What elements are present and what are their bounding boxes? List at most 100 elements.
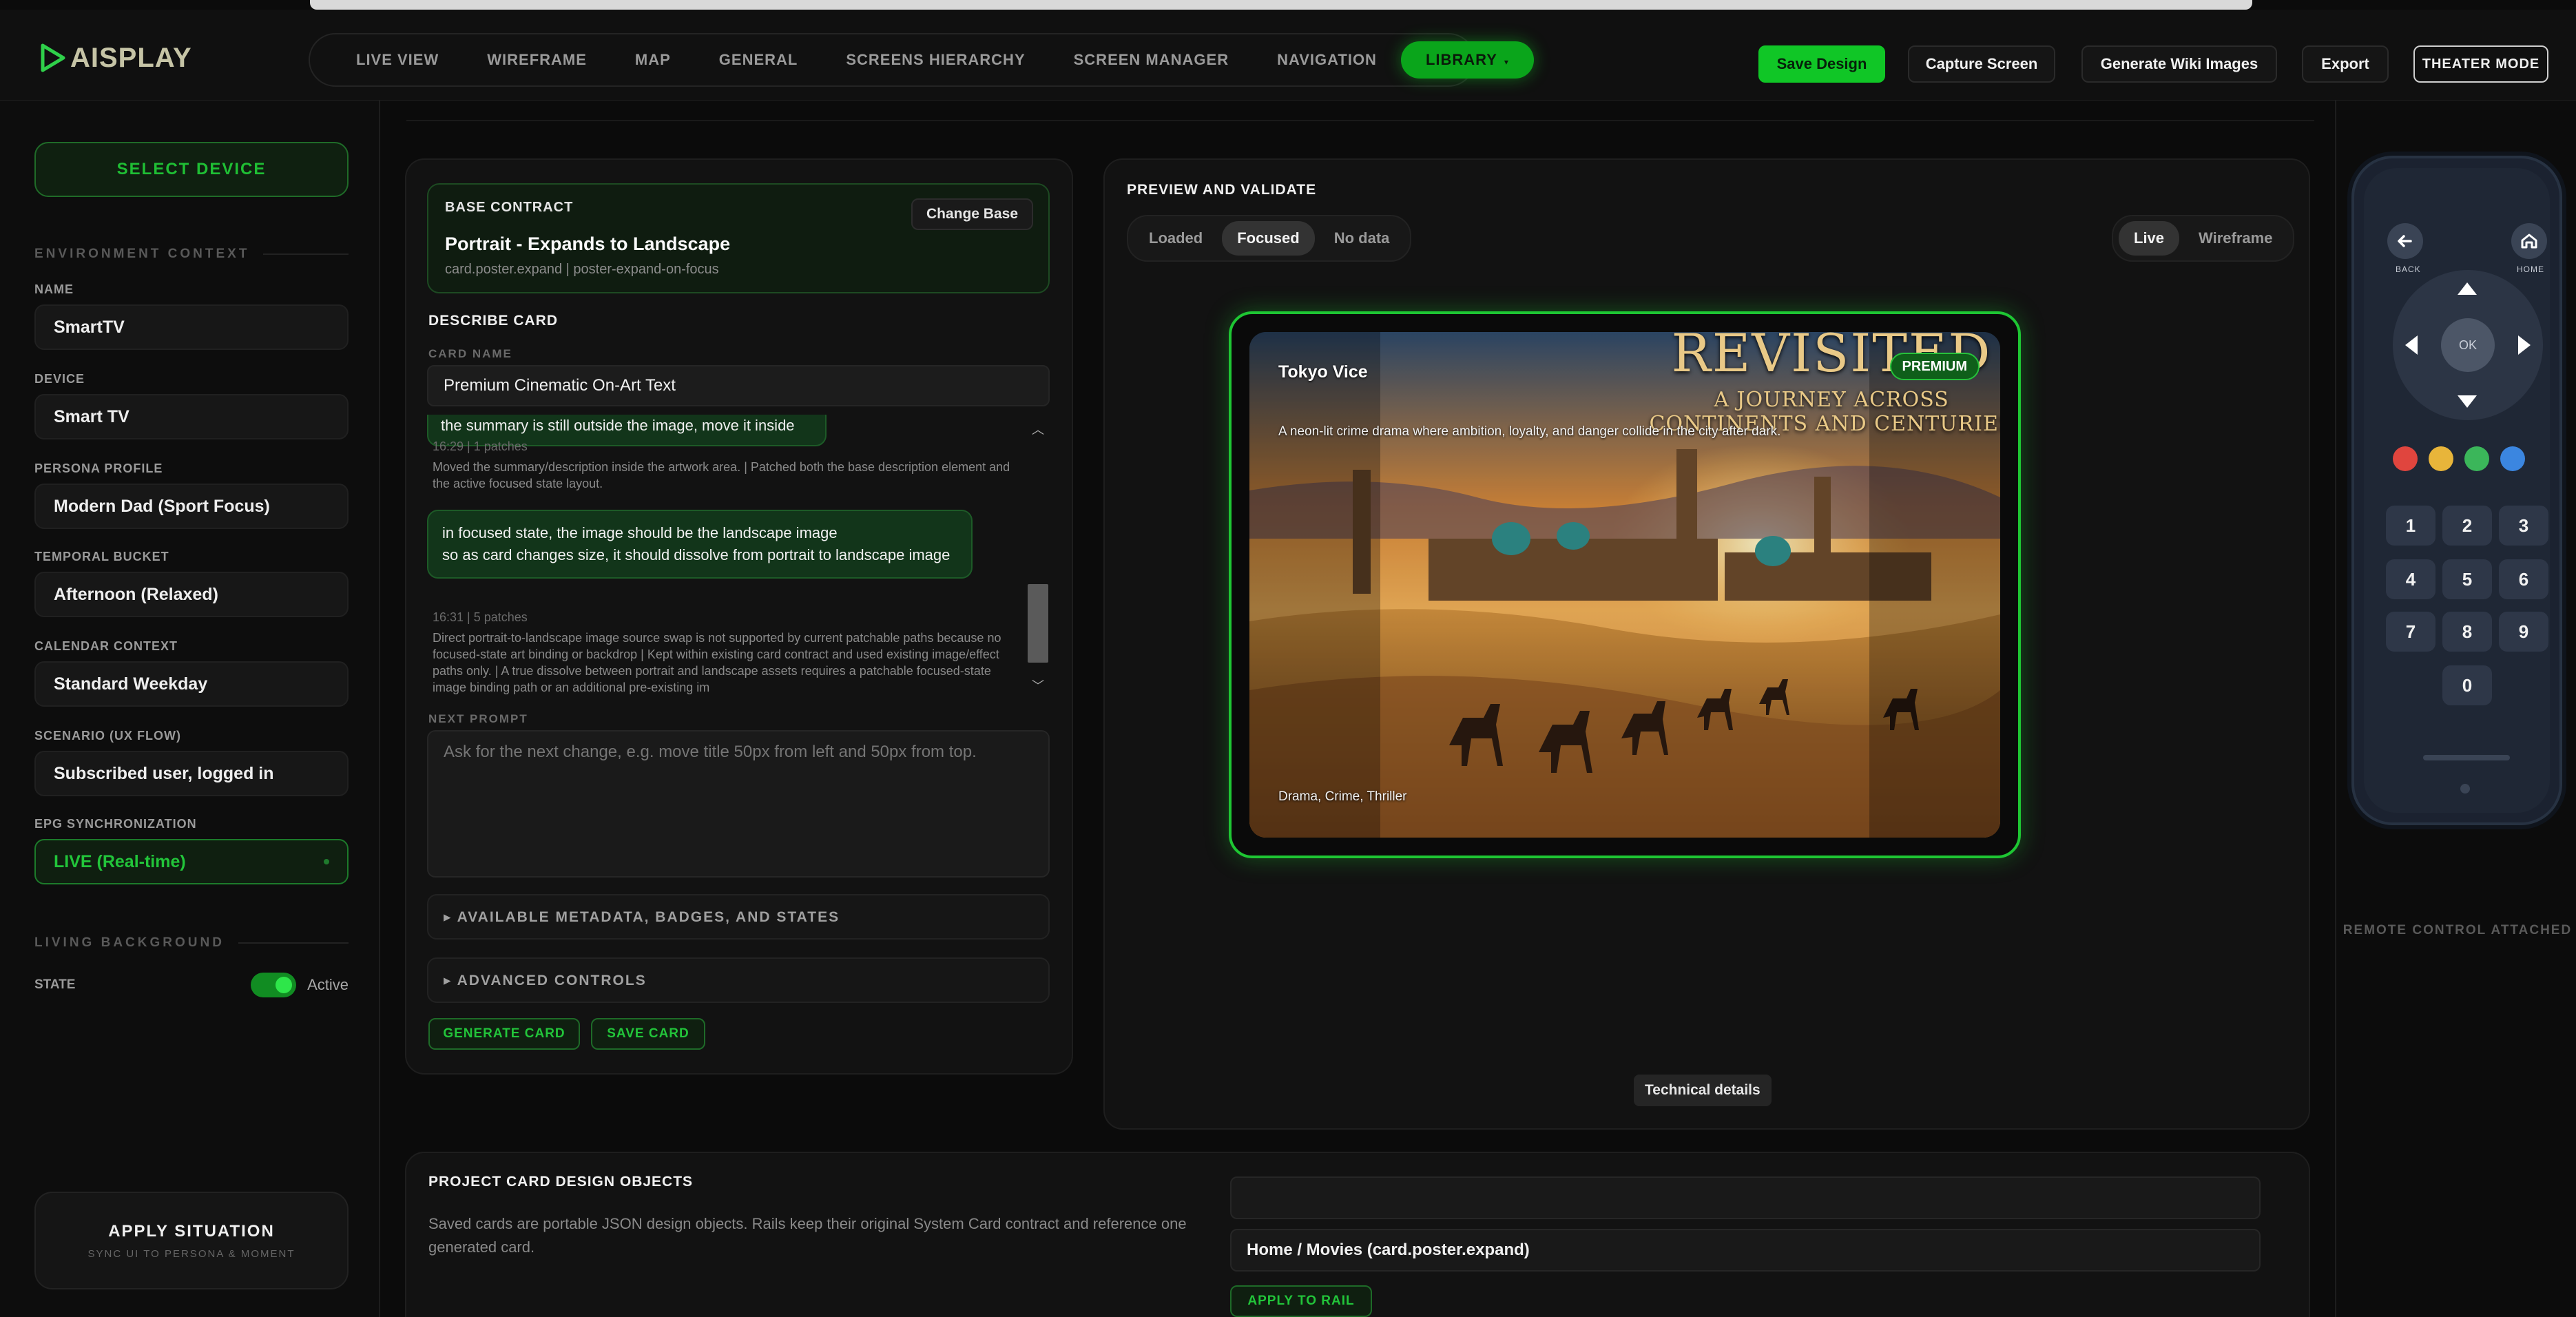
state-focused[interactable]: Focused (1222, 221, 1315, 256)
tab-navigation[interactable]: NAVIGATION (1253, 41, 1401, 79)
state-selector: Loaded Focused No data (1127, 215, 1412, 262)
dpad-right-icon[interactable] (2518, 335, 2531, 355)
chat-scrollbar[interactable]: ︿ ﹀ (1026, 415, 1050, 700)
card-name-label: CARD NAME (428, 347, 512, 360)
tab-screens-hierarchy[interactable]: SCREENS HIERARCHY (822, 41, 1049, 79)
technical-details-button[interactable]: Technical details (1634, 1075, 1772, 1106)
generate-card-button[interactable]: GENERATE CARD (428, 1018, 580, 1050)
key-9[interactable]: 9 (2499, 612, 2548, 652)
app-logo[interactable]: AISPLAY (40, 41, 192, 74)
state-loaded[interactable]: Loaded (1134, 221, 1218, 256)
export-button[interactable]: Export (2302, 45, 2389, 83)
epg-sync-label: EPG SYNCHRONIZATION (34, 817, 197, 831)
device-label: DEVICE (34, 372, 85, 386)
color-button-1[interactable] (2393, 446, 2418, 471)
persona-profile-select[interactable]: Modern Dad (Sport Focus) (34, 484, 349, 529)
project-objects-panel: PROJECT CARD DESIGN OBJECTS Saved cards … (405, 1152, 2310, 1317)
scenario-select[interactable]: Subscribed user, logged in (34, 751, 349, 796)
save-design-button[interactable]: Save Design (1758, 45, 1885, 83)
state-toggle-group: Active (251, 973, 349, 997)
capture-screen-button[interactable]: Capture Screen (1908, 45, 2055, 83)
color-button-4[interactable] (2500, 446, 2525, 471)
key-0[interactable]: 0 (2442, 665, 2492, 705)
dpad-down-icon[interactable] (2458, 395, 2477, 408)
apply-to-rail-button[interactable]: APPLY TO RAIL (1230, 1285, 1372, 1317)
card-name-input[interactable]: Premium Cinematic On-Art Text (427, 365, 1050, 406)
key-1[interactable]: 1 (2386, 506, 2435, 546)
preview-title: PREVIEW AND VALIDATE (1127, 182, 1317, 198)
select-device-button[interactable]: SELECT DEVICE (34, 142, 349, 197)
divider (263, 253, 349, 255)
chat-history[interactable]: the summary is still outside the image, … (427, 415, 1050, 700)
state-no-data[interactable]: No data (1319, 221, 1405, 256)
rail-select[interactable]: Home / Movies (card.poster.expand) (1230, 1229, 2261, 1272)
remote-body: BACK HOME OK 1 2 3 4 5 6 7 8 9 0 (2364, 168, 2550, 813)
theater-mode-button[interactable]: THEATER MODE (2413, 45, 2548, 83)
key-5[interactable]: 5 (2442, 559, 2492, 599)
card-genres: Drama, Crime, Thriller (1278, 789, 1407, 804)
dpad: OK (2393, 270, 2543, 420)
key-6[interactable]: 6 (2499, 559, 2548, 599)
dpad-left-icon[interactable] (2405, 335, 2418, 355)
scroll-thumb[interactable] (1028, 584, 1048, 663)
home-button[interactable] (2511, 223, 2547, 259)
device-select[interactable]: Smart TV (34, 394, 349, 439)
card-poster: REVISITED A JOURNEY ACROSS CONTINENTS AN… (1249, 332, 2000, 838)
card-search-input[interactable] (1230, 1176, 2261, 1219)
generate-wiki-images-button[interactable]: Generate Wiki Images (2081, 45, 2277, 83)
tab-library[interactable]: LIBRARY ▾ (1400, 41, 1534, 79)
key-3[interactable]: 3 (2499, 506, 2548, 546)
state-toggle[interactable] (251, 973, 297, 997)
tab-map[interactable]: MAP (611, 41, 695, 79)
next-prompt-label: NEXT PROMPT (428, 712, 528, 725)
chat-meta: 16:29 | 1 patches (433, 439, 528, 453)
advanced-controls-toggle[interactable]: ▸ ADVANCED CONTROLS (427, 957, 1050, 1003)
back-button[interactable] (2387, 223, 2423, 259)
card-preview-frame[interactable]: REVISITED A JOURNEY ACROSS CONTINENTS AN… (1229, 311, 2021, 858)
apply-situation-button[interactable]: APPLY SITUATION SYNC UI TO PERSONA & MOM… (34, 1192, 349, 1289)
calendar-context-label: CALENDAR CONTEXT (34, 639, 178, 653)
assistant-note: Moved the summary/description inside the… (433, 460, 1010, 490)
name-field[interactable]: SmartTV (34, 304, 349, 350)
live-dot-icon (324, 859, 329, 864)
base-contract-title: Portrait - Expands to Landscape (445, 234, 731, 254)
dpad-up-icon[interactable] (2458, 282, 2477, 295)
main-divider (406, 120, 2314, 121)
ok-button[interactable]: OK (2441, 318, 2495, 372)
main-nav: LIBRARY ▾ LIVE VIEW WIREFRAME MAP GENERAL SCR… (309, 33, 1534, 87)
remote-control: BACK HOME OK 1 2 3 4 5 6 7 8 9 0 (2351, 156, 2562, 825)
chevron-down-icon[interactable]: ﹀ (1032, 676, 1044, 694)
mode-live[interactable]: Live (2119, 221, 2180, 256)
persona-profile-label: PERSONA PROFILE (34, 462, 163, 475)
state-value: Active (307, 976, 349, 993)
chevron-up-icon[interactable]: ︿ (1032, 420, 1044, 438)
color-button-2[interactable] (2429, 446, 2453, 471)
mode-wireframe[interactable]: Wireframe (2183, 221, 2287, 256)
tab-wireframe[interactable]: WIREFRAME (463, 41, 611, 79)
tab-live-view[interactable]: LIVE VIEW (332, 41, 463, 79)
epg-sync-value: LIVE (Real-time) (54, 851, 186, 871)
color-button-3[interactable] (2464, 446, 2489, 471)
home-label: HOME (2517, 265, 2544, 274)
save-card-button[interactable]: SAVE CARD (591, 1018, 705, 1050)
assistant-note: Direct portrait-to-landscape image sourc… (433, 631, 1001, 694)
change-base-button[interactable]: Change Base (911, 198, 1033, 230)
epg-sync-select[interactable]: LIVE (Real-time) (34, 839, 349, 884)
key-7[interactable]: 7 (2386, 612, 2435, 652)
metadata-badges-states-toggle[interactable]: ▸ AVAILABLE METADATA, BADGES, AND STATES (427, 894, 1050, 940)
poster-art-title: REVISITED A JOURNEY ACROSS CONTINENTS AN… (1481, 332, 2000, 436)
key-4[interactable]: 4 (2386, 559, 2435, 599)
tab-general[interactable]: GENERAL (695, 41, 822, 79)
premium-badge: PREMIUM (1889, 353, 1980, 380)
base-contract-id: card.poster.expand | poster-expand-on-fo… (445, 262, 719, 277)
tab-library-label: LIBRARY (1425, 51, 1497, 68)
divider (238, 942, 349, 944)
play-logo-icon (41, 43, 65, 72)
tab-screen-manager[interactable]: SCREEN MANAGER (1050, 41, 1253, 79)
key-2[interactable]: 2 (2442, 506, 2492, 546)
living-background-heading: LIVING BACKGROUND (34, 935, 349, 951)
temporal-bucket-select[interactable]: Afternoon (Relaxed) (34, 572, 349, 617)
key-8[interactable]: 8 (2442, 612, 2492, 652)
calendar-context-select[interactable]: Standard Weekday (34, 661, 349, 707)
next-prompt-input[interactable] (427, 730, 1050, 878)
